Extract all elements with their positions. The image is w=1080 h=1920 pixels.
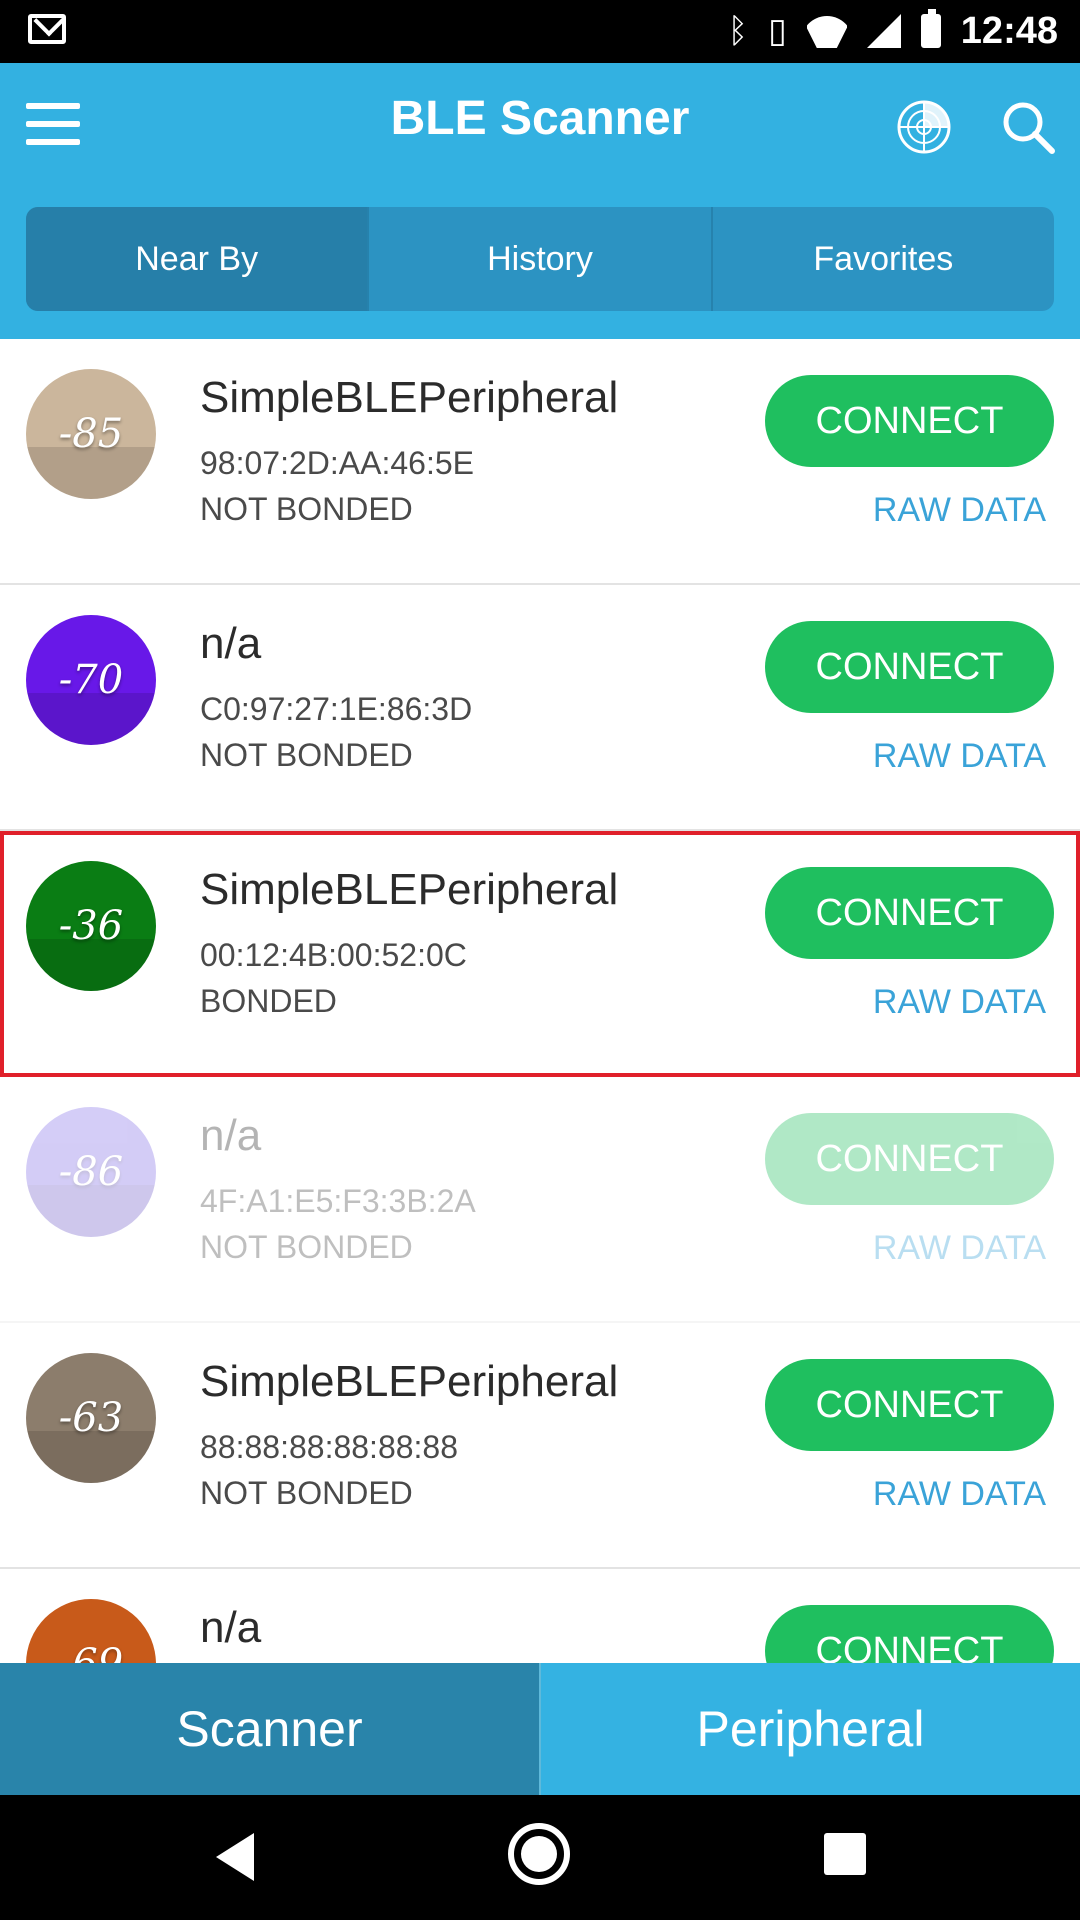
bond-status: NOT BONDED bbox=[200, 737, 413, 773]
rssi-badge: -70 bbox=[26, 615, 156, 745]
scan-filter-tabs: Near By History Favorites bbox=[26, 207, 1054, 311]
device-name: n/a bbox=[200, 619, 262, 668]
radar-icon[interactable] bbox=[896, 99, 952, 155]
device-name: n/a bbox=[200, 1603, 262, 1652]
device-mac: C0:97:27:1E:86:3D bbox=[200, 691, 473, 727]
list-item[interactable]: -85 SimpleBLEPeripheral 98:07:2D:AA:46:5… bbox=[0, 339, 1080, 585]
connect-button[interactable]: CONNECT bbox=[765, 621, 1054, 713]
search-icon[interactable] bbox=[1000, 99, 1056, 155]
device-name: SimpleBLEPeripheral bbox=[200, 1357, 619, 1406]
bluetooth-icon: ᛒ bbox=[727, 12, 749, 50]
bond-status: NOT BONDED bbox=[200, 1229, 413, 1265]
tab-peripheral[interactable]: Peripheral bbox=[541, 1663, 1080, 1795]
device-mac: 00:12:4B:00:52:0C bbox=[200, 937, 467, 973]
rssi-badge: -63 bbox=[26, 1353, 156, 1483]
tab-history[interactable]: History bbox=[369, 207, 713, 311]
device-mac: 88:88:88:88:88:88 bbox=[200, 1429, 459, 1465]
bottom-tabs: Scanner Peripheral bbox=[0, 1663, 1080, 1795]
tab-favorites[interactable]: Favorites bbox=[713, 207, 1054, 311]
tab-scanner[interactable]: Scanner bbox=[0, 1663, 541, 1795]
bond-status: NOT BONDED bbox=[200, 491, 413, 527]
list-item[interactable]: -70 n/a C0:97:27:1E:86:3D NOT BONDED CON… bbox=[0, 585, 1080, 831]
rssi-badge: -86 bbox=[26, 1107, 156, 1237]
status-bar: ᛒ ▯ 12:48 bbox=[0, 0, 1080, 63]
bond-status: NOT BONDED bbox=[200, 1475, 413, 1511]
status-time: 12:48 bbox=[960, 9, 1058, 52]
battery-icon bbox=[920, 9, 941, 48]
rssi-badge: -36 bbox=[26, 861, 156, 991]
recent-apps-icon[interactable] bbox=[824, 1833, 866, 1875]
raw-data-link[interactable]: RAW DATA bbox=[873, 1229, 1046, 1268]
raw-data-link[interactable]: RAW DATA bbox=[873, 983, 1046, 1022]
device-name: SimpleBLEPeripheral bbox=[200, 865, 619, 914]
connect-button[interactable]: CONNECT bbox=[765, 867, 1054, 959]
bond-status: BONDED bbox=[200, 983, 337, 1019]
home-icon[interactable] bbox=[508, 1823, 570, 1885]
status-icons: ᛒ ▯ 12:48 bbox=[728, 6, 1058, 56]
device-mac: 4F:A1:E5:F3:3B:2A bbox=[200, 1183, 476, 1219]
back-icon[interactable] bbox=[216, 1833, 254, 1881]
device-name: SimpleBLEPeripheral bbox=[200, 373, 619, 422]
connect-button[interactable]: CONNECT bbox=[765, 1113, 1054, 1205]
raw-data-link[interactable]: RAW DATA bbox=[873, 737, 1046, 776]
connect-button[interactable]: CONNECT bbox=[765, 1605, 1054, 1663]
system-nav-bar bbox=[0, 1795, 1080, 1920]
list-item[interactable]: -63 SimpleBLEPeripheral 88:88:88:88:88:8… bbox=[0, 1323, 1080, 1569]
raw-data-link[interactable]: RAW DATA bbox=[873, 491, 1046, 530]
list-item[interactable]: -86 n/a 4F:A1:E5:F3:3B:2A NOT BONDED CON… bbox=[0, 1077, 1080, 1323]
device-list: -85 SimpleBLEPeripheral 98:07:2D:AA:46:5… bbox=[0, 339, 1080, 1663]
list-item[interactable]: -69 n/a CONNECT bbox=[0, 1569, 1080, 1663]
wifi-icon bbox=[807, 14, 847, 48]
gmail-icon bbox=[28, 14, 66, 44]
connect-button[interactable]: CONNECT bbox=[765, 1359, 1054, 1451]
device-name: n/a bbox=[200, 1111, 262, 1160]
device-mac: 98:07:2D:AA:46:5E bbox=[200, 445, 474, 481]
rssi-badge: -69 bbox=[26, 1599, 156, 1663]
vibrate-icon: ▯ bbox=[768, 12, 787, 50]
rssi-badge: -85 bbox=[26, 369, 156, 499]
cell-signal-icon bbox=[866, 14, 901, 48]
connect-button[interactable]: CONNECT bbox=[765, 375, 1054, 467]
app-bar: BLE Scanner Near By History Favorites bbox=[0, 63, 1080, 339]
tab-near-by[interactable]: Near By bbox=[26, 207, 370, 311]
list-item-selected[interactable]: -36 SimpleBLEPeripheral 00:12:4B:00:52:0… bbox=[0, 831, 1080, 1077]
raw-data-link[interactable]: RAW DATA bbox=[873, 1475, 1046, 1514]
